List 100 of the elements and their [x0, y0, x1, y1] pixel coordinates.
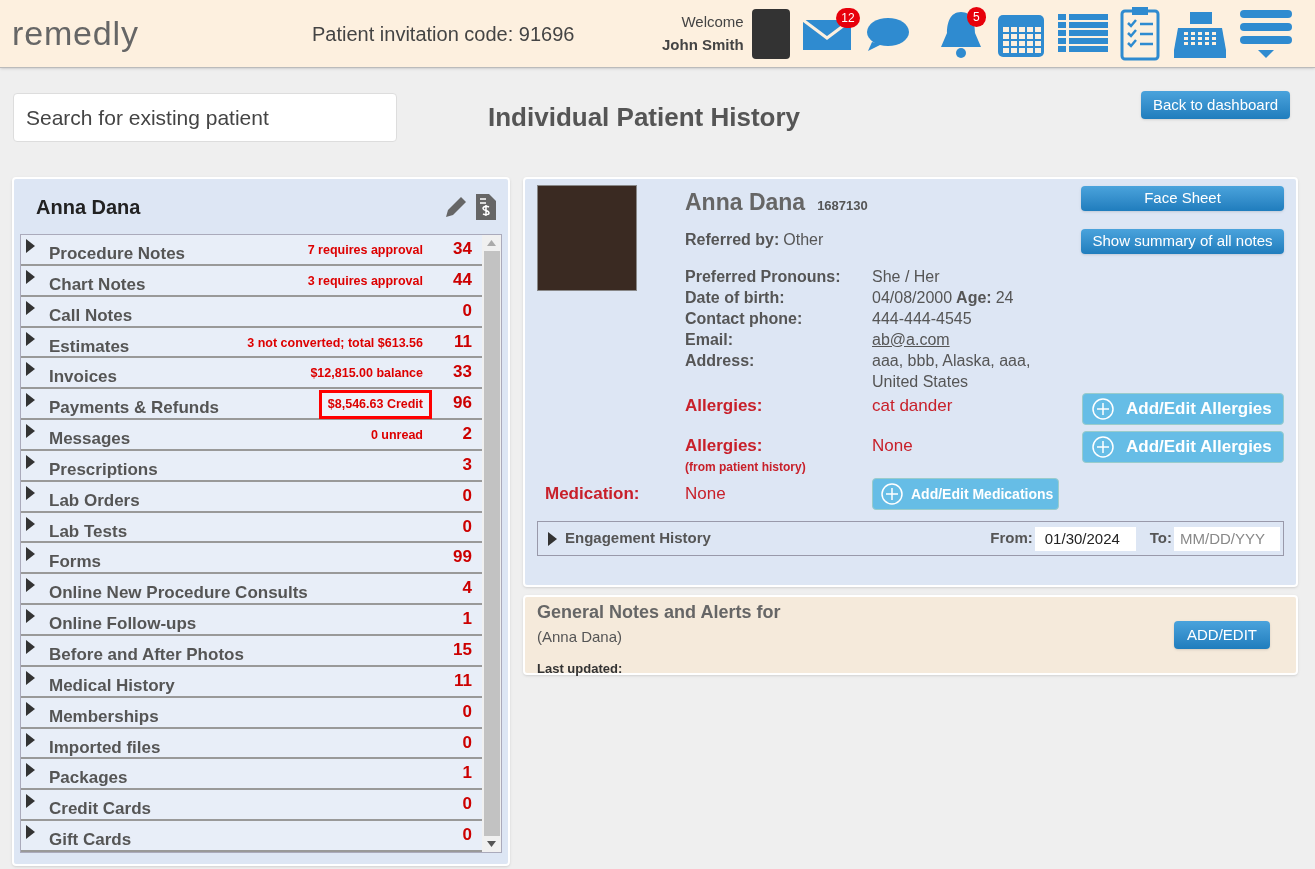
expand-arrow-icon	[26, 239, 35, 253]
menu-item-count: 44	[452, 268, 472, 291]
menu-row[interactable]: Prescriptions 3	[21, 450, 482, 482]
last-updated-label: Last updated:	[537, 659, 624, 678]
email-link[interactable]: ab@a.com	[872, 328, 950, 350]
from-date-field[interactable]: 01/30/2024	[1034, 526, 1136, 551]
allergies-value: None	[872, 434, 914, 457]
menu-row[interactable]: Packages 1	[21, 759, 482, 791]
plus-circle-icon	[1092, 397, 1114, 420]
menu-item-label: Chart Notes	[49, 273, 146, 296]
menu-item-label: Messages	[49, 428, 131, 451]
scroll-up-icon[interactable]	[487, 240, 496, 246]
expand-arrow-icon	[26, 825, 35, 840]
menu-row[interactable]: Gift Cards 0	[21, 821, 482, 852]
expand-arrow-icon	[26, 794, 35, 809]
user-name: John Smith	[662, 34, 744, 55]
to-date-field[interactable]: MM/DD/YYY	[1174, 526, 1280, 551]
avatar-placeholder[interactable]	[751, 8, 790, 59]
action-button[interactable]: Face Sheet	[1081, 186, 1284, 211]
expand-arrow-icon	[26, 424, 35, 439]
add-edit-notes-button[interactable]: ADD/EDIT	[1174, 621, 1270, 649]
referred-value: Other	[783, 229, 824, 250]
expand-arrow-icon	[26, 701, 35, 716]
checklist-icon[interactable]	[1119, 6, 1160, 61]
expand-arrow-icon	[26, 732, 35, 747]
menu-item-label: Estimates	[49, 335, 130, 358]
menu-row[interactable]: Before and After Photos 15	[21, 635, 482, 667]
notes-subtitle: (Anna Dana)	[537, 627, 624, 647]
menu-item-label: Credit Cards	[49, 798, 152, 821]
menu-row[interactable]: Forms 99	[21, 543, 482, 575]
bell-badge: 5	[967, 6, 986, 27]
menu-row[interactable]: Procedure Notes 7 requires approval 34	[21, 235, 482, 266]
scrollbar[interactable]	[482, 235, 501, 852]
menu-row[interactable]: Call Notes 0	[21, 296, 482, 328]
pencil-icon[interactable]	[444, 194, 468, 219]
allergies-label: Allergies:	[685, 434, 764, 457]
menu-item-note: 3 not converted; total $613.56	[246, 334, 424, 352]
menu-item-count: 0	[461, 793, 472, 816]
expand-arrow-icon	[26, 393, 35, 408]
menu-item-label: Packages	[49, 767, 128, 790]
menu-item-count: 0	[461, 299, 472, 322]
field-label: Address:	[685, 350, 756, 371]
scroll-down-icon[interactable]	[487, 840, 496, 847]
menu-item-label: Online Follow-ups	[49, 613, 197, 636]
expand-arrow-icon	[26, 639, 35, 654]
action-button[interactable]: Show summary of all notes	[1081, 229, 1284, 254]
search-field[interactable]: Search for existing patient	[13, 93, 397, 142]
patient-name: Anna Dana	[36, 194, 141, 220]
menu-row[interactable]: Memberships 0	[21, 697, 482, 729]
menu-item-label: Procedure Notes	[49, 243, 186, 265]
field-value: 04/08/2000	[872, 287, 953, 308]
menu-item-label: Payments & Refunds	[49, 397, 220, 420]
menu-item-note: $8,546.63 Credit	[318, 390, 432, 419]
menu-item-label: Call Notes	[49, 304, 133, 327]
menu-item-count: 11	[453, 669, 472, 692]
expand-arrow-icon	[26, 670, 35, 685]
menu-item-count: 15	[452, 638, 472, 661]
menu-item-label: Gift Cards	[49, 829, 132, 852]
menu-row[interactable]: Lab Orders 0	[21, 481, 482, 513]
menu-row[interactable]: Estimates 3 not converted; total $613.56 11	[21, 327, 482, 359]
menu-row[interactable]: Imported files 0	[21, 728, 482, 760]
menu-icon[interactable]	[1239, 7, 1292, 60]
menu-row[interactable]: Medical History 11	[21, 666, 482, 698]
logo[interactable]: remedly	[12, 8, 312, 59]
to-label: To:	[1149, 528, 1172, 549]
field-label: Age:	[956, 287, 992, 308]
expand-arrow-icon	[548, 531, 557, 546]
invoice-icon[interactable]	[476, 193, 496, 220]
back-to-dashboard-button[interactable]: Back to dashboard	[1140, 91, 1290, 119]
menu-item-label: Invoices	[49, 366, 118, 389]
menu-row[interactable]: Lab Tests 0	[21, 512, 482, 544]
menu-row[interactable]: Messages 0 unread 2	[21, 420, 482, 451]
menu-row[interactable]: Online Follow-ups 1	[21, 605, 482, 636]
menu-item-count: 0	[461, 700, 472, 723]
chat-icon[interactable]	[865, 15, 910, 52]
menu-item-label: Before and After Photos	[49, 643, 244, 666]
menu-row[interactable]: Chart Notes 3 requires approval 44	[21, 265, 482, 297]
menu-item-label: Lab Tests	[49, 520, 128, 543]
menu-item-note: 0 unread	[369, 427, 424, 445]
menu-item-label: Lab Orders	[49, 489, 140, 512]
menu-item-count: 11	[453, 330, 472, 353]
expand-arrow-icon	[26, 578, 35, 593]
menu-row[interactable]: Payments & Refunds $8,546.63 Credit 96	[21, 389, 482, 421]
expand-arrow-icon	[26, 763, 35, 778]
engagement-history-toggle[interactable]: Engagement History	[565, 527, 711, 550]
patient-full-name: Anna Dana	[685, 188, 806, 217]
cash-register-icon[interactable]	[1171, 9, 1228, 58]
expand-arrow-icon	[26, 300, 35, 315]
expand-arrow-icon	[26, 609, 35, 624]
menu-item-count: 4	[461, 577, 472, 600]
menu-item-count: 3	[461, 453, 472, 476]
mail-badge: 12	[836, 7, 860, 28]
medication-value: None	[685, 483, 727, 506]
menu-row[interactable]: Online New Procedure Consults 4	[21, 574, 482, 606]
list-icon[interactable]	[1057, 13, 1108, 54]
medication-label: Medication:	[544, 483, 641, 506]
menu-row[interactable]: Credit Cards 0	[21, 790, 482, 822]
menu-item-count: 0	[461, 824, 472, 847]
menu-item-count: 99	[452, 546, 472, 569]
field-label: Email:	[685, 329, 734, 350]
